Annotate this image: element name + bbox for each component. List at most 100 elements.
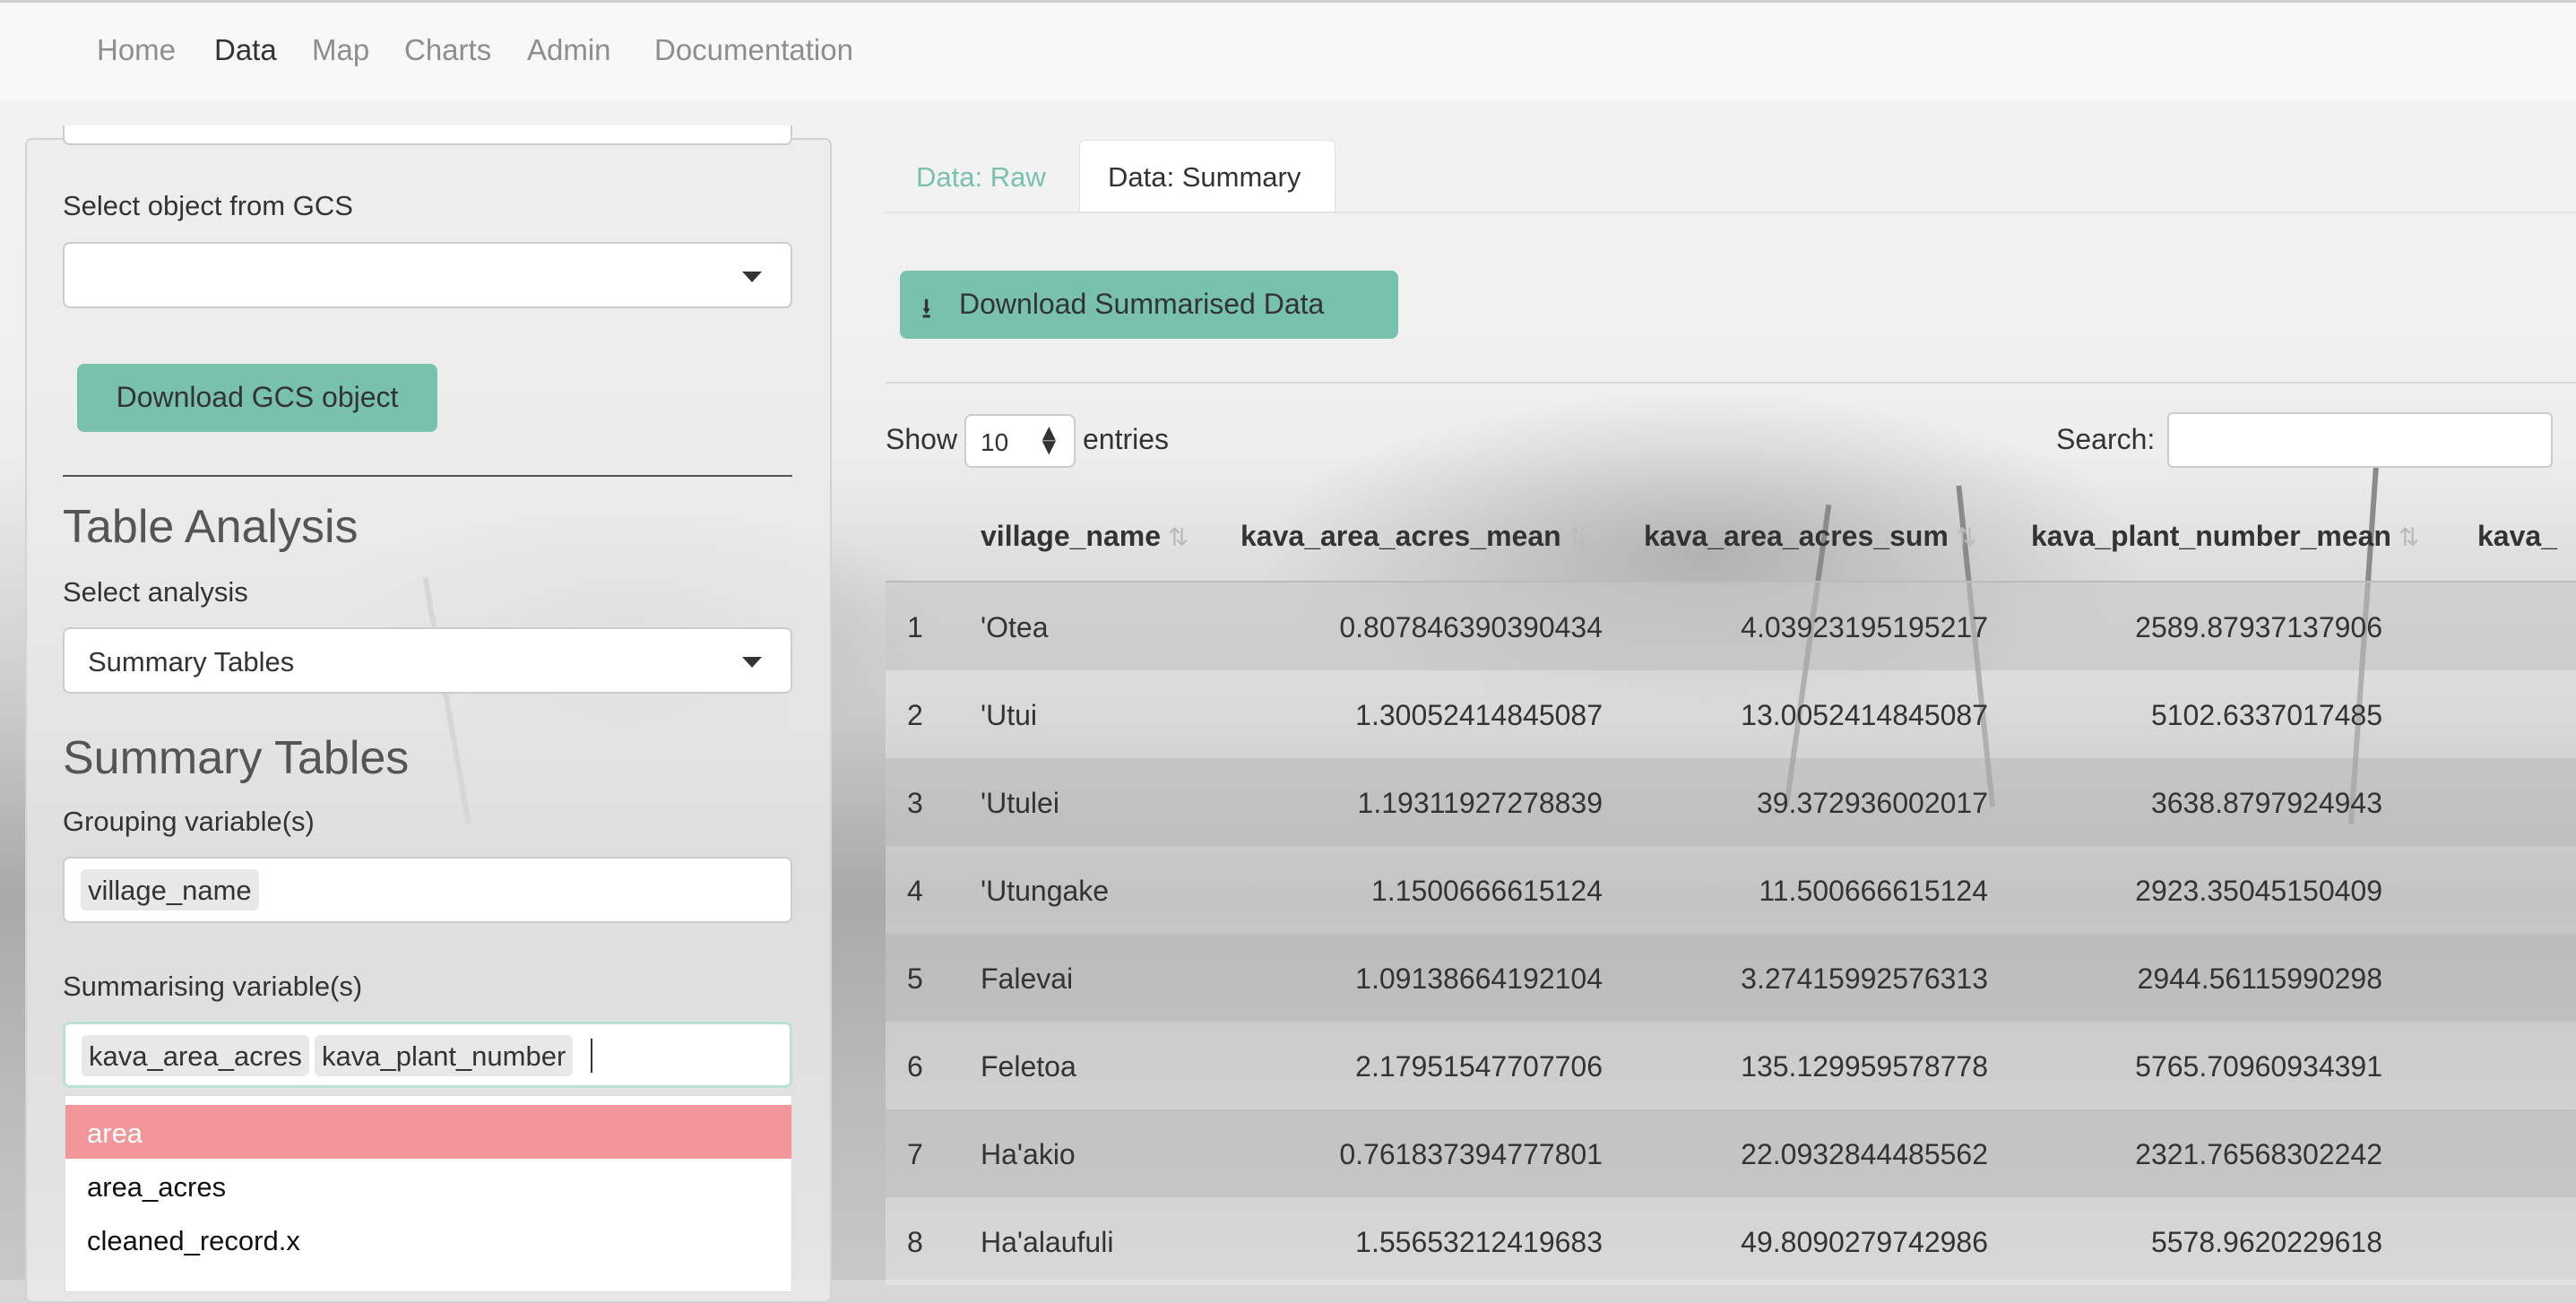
table-row[interactable]: 1 'Otea 0.807846390390434 4.039231951952… — [886, 582, 2576, 670]
column-header[interactable]: village_name ⇅ — [981, 520, 1189, 553]
cell-village: Falevai — [981, 962, 1074, 995]
table-row[interactable]: 5 Falevai 1.09138664192104 3.27415992576… — [886, 934, 2576, 1022]
nav-data[interactable]: Data — [214, 33, 277, 67]
show-label: Show — [886, 423, 958, 455]
tab-data-raw[interactable]: Data: Raw — [916, 161, 1046, 194]
cell-village: 'Utungake — [981, 875, 1110, 907]
grouping-chip[interactable]: village_name — [81, 869, 259, 910]
entries-label: entries — [1083, 423, 1170, 455]
caret-down-icon — [742, 272, 762, 282]
cell-area-mean: 0.807846390390434 — [1339, 611, 1603, 643]
cell-area-mean: 2.17951547707706 — [1355, 1050, 1603, 1083]
cell-area-sum: 135.129959578778 — [1741, 1050, 1988, 1083]
table-row[interactable]: 8 Ha'alaufuli 1.55653212419683 49.809027… — [886, 1197, 2576, 1285]
cell-area-mean: 0.761837394777801 — [1339, 1138, 1603, 1170]
download-summarised-button[interactable]: ⭳ Download Summarised Data — [900, 271, 1398, 339]
row-index: 1 — [907, 611, 923, 643]
cell-area-sum: 49.8090279742986 — [1741, 1226, 1988, 1258]
summarising-chip[interactable]: kava_area_acres — [82, 1035, 309, 1076]
cell-area-mean: 1.09138664192104 — [1355, 962, 1603, 995]
cell-area-sum: 11.500666615124 — [1759, 875, 1988, 907]
cell-area-mean: 1.55653212419683 — [1355, 1226, 1603, 1258]
cell-area-mean: 1.1500666615124 — [1370, 875, 1603, 907]
cell-area-sum: 39.372936002017 — [1756, 787, 1988, 819]
search-label: Search: — [2056, 423, 2156, 455]
previous-select-bottom[interactable] — [63, 125, 792, 145]
cell-area-mean: 1.19311927278839 — [1357, 787, 1603, 819]
table-analysis-heading: Table Analysis — [63, 501, 359, 553]
summarising-options-dropdown: area area_acres cleaned_record.x — [65, 1095, 792, 1292]
divider — [886, 382, 2576, 384]
column-header[interactable]: kava_plant_number_mean ⇅ — [2031, 520, 2419, 553]
cell-village: Ha'akio — [981, 1138, 1076, 1170]
cell-village: Ha'alaufuli — [981, 1226, 1114, 1258]
cell-plant-mean: 3638.8797924943 — [2150, 787, 2382, 819]
select-analysis-dropdown[interactable]: Summary Tables — [63, 627, 792, 694]
cell-village: 'Utulei — [981, 787, 1059, 819]
select-analysis-value: Summary Tables — [88, 646, 295, 677]
nav-documentation[interactable]: Documentation — [654, 33, 853, 67]
download-icon: ⭳ — [921, 292, 932, 324]
page-length-select[interactable]: 10 ▲ ▼ — [964, 414, 1076, 468]
cell-village: 'Otea — [981, 611, 1049, 643]
sort-icon: ⇅ — [2390, 523, 2420, 551]
cell-area-sum: 13.0052414845087 — [1741, 699, 1988, 731]
grouping-variables-label: Grouping variable(s) — [63, 806, 315, 837]
sort-icon: ⇅ — [1560, 523, 1589, 551]
cell-area-sum: 3.27415992576313 — [1741, 962, 1988, 995]
cell-plant-mean: 2321.76568302242 — [2135, 1138, 2382, 1170]
grouping-variables-input[interactable]: village_name — [63, 857, 792, 923]
cell-area-sum: 22.0932844485562 — [1741, 1138, 1988, 1170]
row-index: 7 — [907, 1138, 923, 1170]
page-length-value: 10 — [981, 428, 1009, 456]
cell-plant-mean: 2589.87937137906 — [2135, 611, 2382, 643]
column-header[interactable]: kava_area_acres_mean ⇅ — [1240, 520, 1589, 553]
cell-plant-mean: 2944.56115990298 — [2137, 962, 2382, 995]
select-analysis-label: Select analysis — [63, 576, 248, 608]
up-down-arrows-icon: ▲ ▼ — [1042, 421, 1056, 457]
cell-village: Feletoa — [981, 1050, 1076, 1083]
row-index: 4 — [907, 875, 923, 907]
tabs-underline — [886, 211, 2576, 213]
sort-icon: ⇅ — [1161, 523, 1189, 551]
caret-down-icon — [742, 657, 762, 668]
gcs-object-select[interactable] — [63, 242, 792, 308]
table-row[interactable]: 3 'Utulei 1.19311927278839 39.3729360020… — [886, 758, 2576, 846]
column-header[interactable]: kava_area_acres_sum ⇅ — [1644, 520, 1976, 553]
cell-plant-mean: 2923.35045150409 — [2135, 875, 2382, 907]
cell-plant-mean: 5765.70960934391 — [2135, 1050, 2382, 1083]
nav-map[interactable]: Map — [312, 33, 369, 67]
download-summarised-label: Download Summarised Data — [959, 288, 1325, 320]
row-index: 3 — [907, 787, 923, 819]
download-gcs-button[interactable]: Download GCS object — [77, 364, 437, 432]
summarising-variables-input[interactable]: kava_area_acres kava_plant_number — [63, 1022, 792, 1088]
table-row[interactable]: 7 Ha'akio 0.761837394777801 22.093284448… — [886, 1109, 2576, 1197]
row-index: 5 — [907, 962, 923, 995]
cell-area-mean: 1.30052414845087 — [1355, 699, 1603, 731]
cell-area-sum: 4.03923195195217 — [1741, 611, 1988, 643]
table-row[interactable]: 2 'Utui 1.30052414845087 13.005241484508… — [886, 670, 2576, 758]
row-index: 6 — [907, 1050, 923, 1083]
tab-data-summary[interactable]: Data: Summary — [1108, 161, 1301, 194]
summarising-chip[interactable]: kava_plant_number — [315, 1035, 574, 1076]
summarising-variables-label: Summarising variable(s) — [63, 971, 363, 1002]
nav-charts[interactable]: Charts — [404, 33, 491, 67]
table-row[interactable]: 6 Feletoa 2.17951547707706 135.129959578… — [886, 1022, 2576, 1109]
row-index: 2 — [907, 699, 923, 731]
cell-plant-mean: 5578.9620229618 — [2150, 1226, 2382, 1258]
dropdown-option[interactable]: area_acres — [65, 1159, 791, 1212]
column-header[interactable]: kava_ — [2477, 520, 2557, 553]
dropdown-option[interactable]: area — [65, 1105, 791, 1159]
table-search-input[interactable] — [2167, 412, 2553, 468]
row-index: 8 — [907, 1226, 923, 1258]
cell-plant-mean: 5102.6337017485 — [2150, 699, 2382, 731]
table-row[interactable]: 4 'Utungake 1.1500666615124 11.500666615… — [886, 846, 2576, 934]
divider — [63, 475, 792, 477]
nav-admin[interactable]: Admin — [527, 33, 611, 67]
top-navbar: Home Data Map Charts Admin Documentation — [0, 0, 2576, 100]
dropdown-option[interactable]: cleaned_record.x — [65, 1212, 791, 1266]
cell-village: 'Utui — [981, 699, 1038, 731]
nav-home[interactable]: Home — [97, 33, 176, 67]
summary-tables-heading: Summary Tables — [63, 732, 410, 784]
text-cursor — [591, 1039, 592, 1073]
